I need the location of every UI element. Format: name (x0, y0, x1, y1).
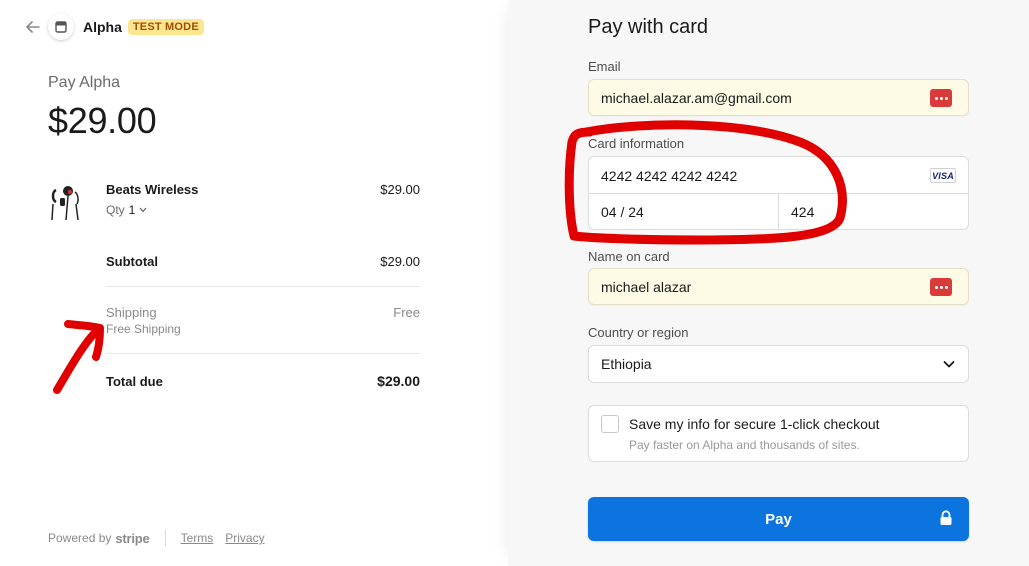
password-manager-icon[interactable] (930, 278, 952, 296)
back-arrow-icon[interactable] (24, 14, 42, 40)
name-on-card-field[interactable]: michael alazar (588, 268, 969, 305)
product-image (48, 180, 90, 222)
divider (778, 193, 779, 229)
card-information-group: 4242 4242 4242 4242 VISA 04 / 24 424 (588, 156, 969, 230)
powered-by-label: Powered by (48, 531, 112, 545)
subtotal-value: $29.00 (380, 254, 420, 269)
country-select[interactable]: Ethiopia (588, 345, 969, 383)
save-info-box: Save my info for secure 1-click checkout… (588, 405, 969, 462)
payment-form-panel: Pay with card Email michael.alazar.am@gm… (508, 0, 1029, 566)
footer: Powered by stripe Terms Privacy (48, 530, 277, 546)
shipping-method: Free Shipping (106, 322, 181, 336)
footer-separator (164, 530, 166, 546)
email-label: Email (588, 59, 621, 74)
terms-link[interactable]: Terms (181, 531, 214, 545)
qty-value: 1 (128, 203, 136, 217)
card-expiry-value: 04 / 24 (601, 204, 644, 220)
country-value: Ethiopia (601, 356, 652, 372)
card-info-label: Card information (588, 136, 685, 151)
pay-button-label: Pay (765, 510, 792, 528)
stripe-logo[interactable]: stripe (115, 531, 149, 546)
card-number-value: 4242 4242 4242 4242 (601, 167, 738, 184)
qty-label: Qty (106, 203, 125, 217)
divider (106, 286, 420, 287)
subtotal-label: Subtotal (106, 254, 158, 269)
country-label: Country or region (588, 325, 689, 340)
email-value: michael.alazar.am@gmail.com (601, 89, 792, 106)
test-mode-badge: TEST MODE (127, 19, 204, 35)
quantity-selector[interactable]: Qty 1 (106, 203, 147, 217)
card-expiry-field[interactable]: 04 / 24 (601, 194, 644, 230)
divider (106, 353, 420, 354)
name-value: michael alazar (601, 278, 692, 295)
total-due-value: $29.00 (377, 373, 420, 389)
lock-icon (940, 510, 952, 525)
visa-brand-icon: VISA (930, 168, 956, 183)
save-info-title: Save my info for secure 1-click checkout (629, 416, 880, 432)
card-number-field[interactable]: 4242 4242 4242 4242 (601, 157, 737, 194)
total-amount: $29.00 (48, 100, 157, 141)
email-field[interactable]: michael.alazar.am@gmail.com (588, 79, 969, 116)
shipping-label: Shipping (106, 305, 157, 320)
card-cvc-field[interactable]: 424 (791, 194, 814, 230)
order-summary-panel: Alpha TEST MODE Pay Alpha $29.00 Beats W… (0, 0, 508, 566)
name-on-card-label: Name on card (588, 249, 670, 264)
password-manager-icon[interactable] (930, 89, 952, 107)
product-name: Beats Wireless (106, 182, 199, 197)
form-title: Pay with card (588, 16, 709, 38)
merchant-name: Alpha (83, 19, 122, 35)
pay-button[interactable]: Pay (588, 497, 969, 541)
total-due-label: Total due (106, 374, 163, 389)
pay-merchant-label: Pay Alpha (48, 74, 121, 91)
topbar: Alpha TEST MODE (24, 14, 204, 40)
save-info-subtitle: Pay faster on Alpha and thousands of sit… (629, 438, 860, 452)
shipping-value: Free (393, 305, 420, 320)
chevron-down-icon (139, 207, 147, 213)
card-cvc-value: 424 (791, 204, 815, 220)
save-info-checkbox[interactable] (601, 415, 619, 433)
product-price: $29.00 (380, 182, 420, 197)
privacy-link[interactable]: Privacy (225, 531, 264, 545)
store-icon (48, 14, 74, 40)
chevron-down-icon (943, 361, 955, 368)
